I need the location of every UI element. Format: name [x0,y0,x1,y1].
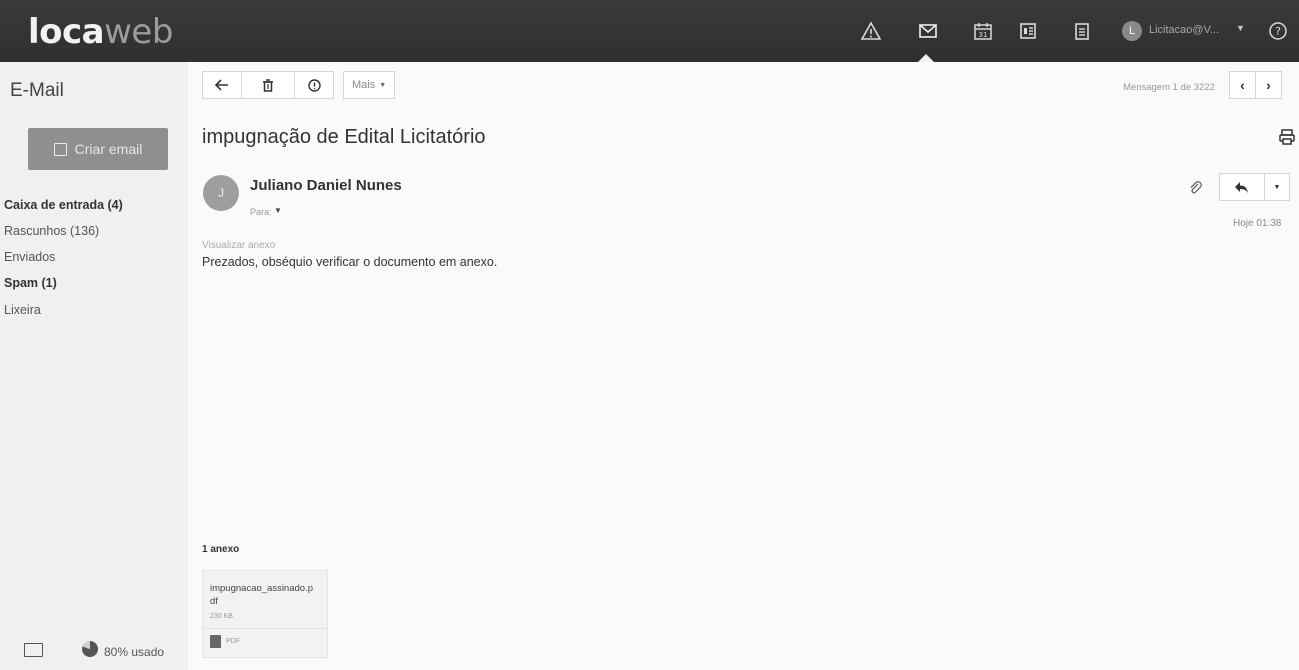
attachment-type: PDF [226,638,240,645]
compose-button[interactable]: Criar email [28,128,168,170]
attachments-count: 1 anexo [202,544,240,555]
reply-options-button[interactable]: ▼ [1264,173,1290,201]
mail-icon[interactable] [918,21,938,41]
message-time: Hoje 01:38 [1233,218,1282,229]
delete-button[interactable] [241,71,295,99]
reply-button-group: ▼ [1219,173,1290,201]
message-toolbar: Mais ▼ [202,71,396,99]
sender-avatar: J [203,175,239,211]
divider [203,628,327,629]
account-name[interactable]: Licitacao@V... [1149,24,1219,36]
recipient-label: Para: [250,207,272,217]
svg-text:31: 31 [979,31,988,39]
back-button[interactable] [202,71,242,99]
message-navigation: ‹ › [1229,71,1282,99]
attachment-size: 230 KB [210,613,233,620]
view-attachment-link[interactable]: Visualizar anexo [202,240,275,251]
chevron-down-icon: ▼ [1273,183,1281,191]
info-button[interactable] [294,71,334,99]
reply-button[interactable] [1219,173,1265,201]
logo-text-accent: web [104,12,173,52]
calendar-icon[interactable]: 31 [973,21,993,41]
account-avatar[interactable]: L [1122,21,1142,41]
top-bar: locaweb 31 L Licitacao@V... ▼ ? [0,0,1299,62]
trash-icon [263,78,273,92]
recipient-dropdown-icon[interactable]: ▼ [274,206,282,215]
pdf-file-icon [210,635,221,648]
svg-text:?: ? [1275,25,1281,38]
locaweb-logo[interactable]: locaweb [28,12,173,52]
folder-trash[interactable]: Lixeira [4,303,41,317]
sender-name[interactable]: Juliano Daniel Nunes [250,177,402,194]
chevron-down-icon[interactable]: ▼ [1236,23,1245,33]
message-view: Mais ▼ Mensagem 1 de 3222 ‹ › impugnação… [188,62,1299,670]
help-icon[interactable]: ? [1268,21,1288,41]
previous-message-button[interactable]: ‹ [1229,71,1256,99]
folder-drafts[interactable]: Rascunhos (136) [4,224,99,238]
reply-icon [1235,181,1248,193]
arrow-left-icon [215,79,228,91]
compose-label: Criar email [74,141,143,157]
paperclip-icon [1189,181,1203,195]
sidebar: E-Mail Criar email Caixa de entrada (4) … [0,62,188,670]
folder-inbox[interactable]: Caixa de entrada (4) [4,198,123,212]
storage-usage-label: 80% usado [104,645,165,659]
folder-spam[interactable]: Spam (1) [4,276,57,290]
notes-icon[interactable] [1072,21,1092,41]
more-button[interactable]: Mais ▼ [343,71,396,99]
attachment-name: impugnacao_assinado.pdf [210,583,313,607]
alert-icon[interactable] [860,21,882,41]
next-message-button[interactable]: › [1255,71,1282,99]
active-tab-indicator [918,54,934,62]
print-icon[interactable] [1278,128,1296,146]
info-icon [307,78,321,92]
contacts-icon[interactable] [1018,21,1038,41]
section-title: E-Mail [10,80,64,101]
folder-icon[interactable] [24,643,43,657]
logo-text-main: loca [28,12,105,52]
message-body: Prezados, obséquio verificar o documento… [202,255,498,269]
chevron-down-icon: ▼ [379,81,387,89]
compose-icon [53,142,67,156]
folder-sent[interactable]: Enviados [4,250,55,264]
message-subject: impugnação de Edital Licitatório [202,126,486,148]
attachment-card[interactable]: impugnacao_assinado.pdf 230 KB PDF [202,570,328,658]
more-label: Mais [352,79,376,91]
storage-usage-icon [82,641,98,657]
message-counter: Mensagem 1 de 3222 [1123,82,1215,93]
